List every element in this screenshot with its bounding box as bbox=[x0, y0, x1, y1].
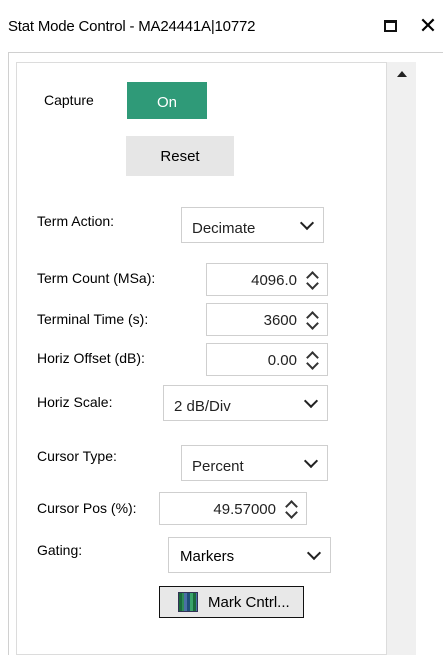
horiz-offset-stepper[interactable]: 0.00 bbox=[206, 343, 328, 376]
right-band bbox=[416, 62, 443, 655]
gating-label: Gating: bbox=[37, 542, 83, 558]
term-count-label: Term Count (MSa): bbox=[37, 270, 156, 286]
chevron-down-icon[interactable] bbox=[294, 386, 327, 420]
term-count-stepper[interactable]: 4096.0 bbox=[206, 263, 328, 296]
capture-toggle-value: On bbox=[156, 94, 177, 111]
reset-button[interactable]: Reset bbox=[126, 136, 234, 176]
chevron-down-icon[interactable] bbox=[290, 208, 323, 242]
gating-value: Markers bbox=[180, 548, 235, 565]
window-title: Stat Mode Control - MA24441A|10772 bbox=[8, 18, 256, 35]
spin-arrows-icon[interactable] bbox=[303, 347, 323, 373]
vertical-scrollbar[interactable] bbox=[387, 62, 416, 655]
spin-arrows-icon[interactable] bbox=[303, 307, 323, 333]
capture-label: Capture bbox=[44, 92, 94, 108]
cursor-type-dropdown[interactable]: Percent bbox=[181, 445, 328, 481]
term-count-value: 4096.0 bbox=[251, 272, 297, 289]
terminal-time-stepper[interactable]: 3600 bbox=[206, 303, 328, 336]
cursor-pos-value: 49.57000 bbox=[213, 501, 276, 518]
mark-cntrl-label: Mark Cntrl... bbox=[208, 594, 290, 611]
term-action-value: Decimate bbox=[192, 220, 256, 237]
chevron-down-icon[interactable] bbox=[294, 446, 327, 480]
chevron-down-icon[interactable] bbox=[297, 538, 330, 572]
horiz-offset-label: Horiz Offset (dB): bbox=[37, 350, 145, 366]
spin-arrows-icon[interactable] bbox=[282, 496, 302, 522]
close-icon: ✕ bbox=[418, 13, 438, 38]
term-action-label: Term Action: bbox=[37, 213, 115, 229]
mark-cntrl-button[interactable]: Mark Cntrl... bbox=[159, 586, 304, 618]
cursor-type-value: Percent bbox=[192, 458, 244, 475]
horiz-offset-value: 0.00 bbox=[267, 352, 297, 369]
cursor-pos-label: Cursor Pos (%): bbox=[37, 500, 137, 516]
reset-button-label: Reset bbox=[160, 147, 200, 165]
maximize-icon bbox=[383, 20, 397, 32]
capture-toggle[interactable]: On bbox=[127, 82, 207, 119]
close-button[interactable]: ✕ bbox=[413, 8, 443, 44]
spin-arrows-icon[interactable] bbox=[303, 267, 323, 293]
maximize-button[interactable] bbox=[370, 8, 410, 44]
cursor-type-label: Cursor Type: bbox=[37, 448, 117, 464]
terminal-time-value: 3600 bbox=[263, 312, 297, 329]
gating-dropdown[interactable]: Markers bbox=[168, 537, 331, 573]
terminal-time-label: Terminal Time (s): bbox=[37, 311, 149, 327]
cursor-pos-stepper[interactable]: 49.57000 bbox=[159, 492, 307, 525]
title-bar: Stat Mode Control - MA24441A|10772 ✕ bbox=[0, 0, 443, 50]
term-action-dropdown[interactable]: Decimate bbox=[181, 207, 324, 243]
horiz-scale-value: 2 dB/Div bbox=[174, 398, 231, 415]
scroll-up-arrow-icon[interactable] bbox=[387, 62, 416, 86]
horiz-scale-dropdown[interactable]: 2 dB/Div bbox=[163, 385, 328, 421]
horiz-scale-label: Horiz Scale: bbox=[37, 394, 113, 410]
marker-control-icon bbox=[178, 592, 198, 612]
